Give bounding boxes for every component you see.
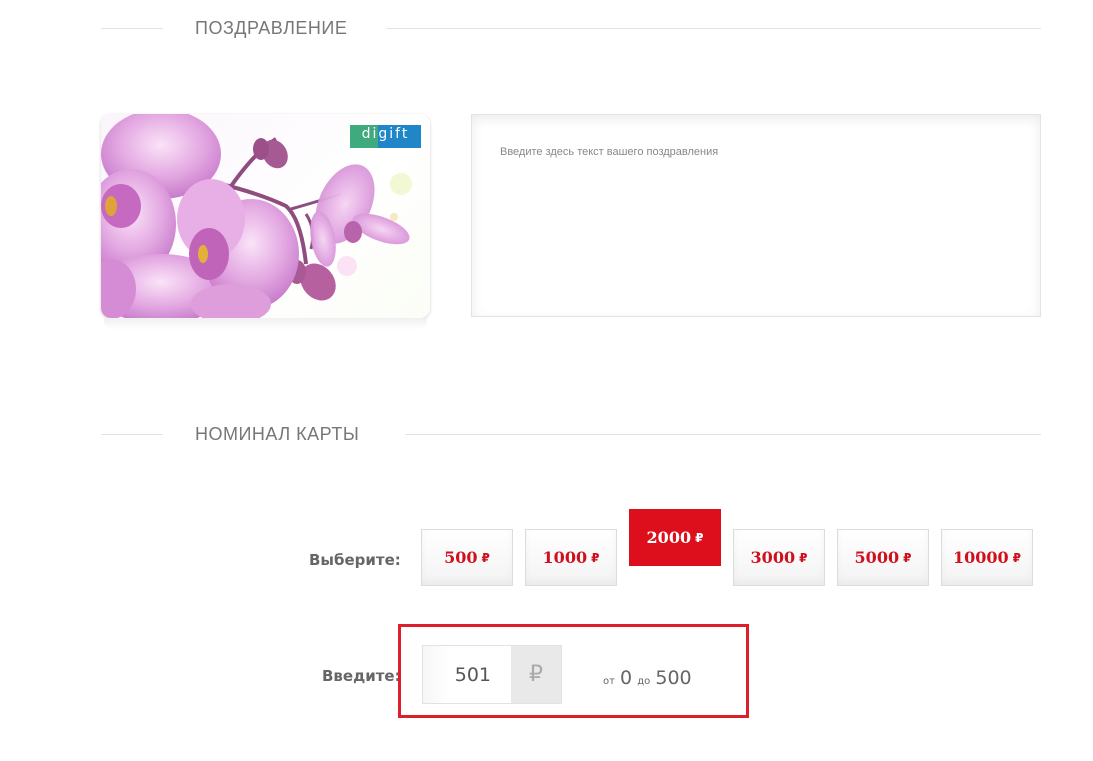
ruble-icon: ₽ xyxy=(511,646,561,703)
denomination-section-title: НОМИНАЛ КАРТЫ xyxy=(195,424,360,444)
greeting-message-input[interactable] xyxy=(472,115,1040,316)
divider xyxy=(405,434,1041,435)
denomination-section-header: НОМИНАЛ КАРТЫ xyxy=(101,422,1041,446)
ruble-icon: ₽ xyxy=(481,550,490,565)
range-min: 0 xyxy=(620,667,633,689)
digift-logo-text: digift xyxy=(361,126,410,142)
enter-label: Введите: xyxy=(322,667,401,685)
denomination-button-10000[interactable]: 10000 ₽ xyxy=(941,529,1033,586)
greeting-section-title: ПОЗДРАВЛЕНИЕ xyxy=(195,18,348,38)
denomination-button-2000[interactable]: 2000 ₽ xyxy=(629,509,721,566)
ruble-icon: ₽ xyxy=(1012,550,1022,565)
denomination-button-5000[interactable]: 5000 ₽ xyxy=(837,529,929,586)
divider xyxy=(101,28,163,29)
denomination-button-1000[interactable]: 1000 ₽ xyxy=(525,529,617,586)
custom-amount-field: ₽ xyxy=(422,645,562,704)
gift-card-preview[interactable]: digift xyxy=(101,114,430,318)
card-reflection xyxy=(104,318,427,330)
amount-range-hint: от 0 до 500 xyxy=(603,667,692,689)
greeting-section-header: ПОЗДРАВЛЕНИЕ xyxy=(101,16,1041,40)
ruble-icon: ₽ xyxy=(903,550,912,565)
choose-label: Выберите: xyxy=(309,551,401,569)
ruble-icon: ₽ xyxy=(695,530,704,545)
denomination-value: 500 xyxy=(444,548,478,567)
denomination-button-3000[interactable]: 3000 ₽ xyxy=(733,529,825,586)
denomination-value: 10000 xyxy=(952,548,1009,567)
greeting-message-box xyxy=(471,114,1041,317)
range-to-label: до xyxy=(637,676,651,687)
ruble-icon: ₽ xyxy=(591,550,600,565)
digift-logo: digift xyxy=(350,125,421,148)
divider xyxy=(386,28,1041,29)
custom-amount-input[interactable] xyxy=(423,646,511,703)
range-max: 500 xyxy=(655,667,692,689)
denomination-value: 3000 xyxy=(750,548,796,567)
denomination-value: 1000 xyxy=(542,548,588,567)
divider xyxy=(101,434,163,435)
denomination-value: 5000 xyxy=(854,548,900,567)
denomination-value: 2000 xyxy=(646,528,692,547)
denomination-button-500[interactable]: 500 ₽ xyxy=(421,529,513,586)
range-from-label: от xyxy=(603,676,615,687)
ruble-icon: ₽ xyxy=(799,550,808,565)
